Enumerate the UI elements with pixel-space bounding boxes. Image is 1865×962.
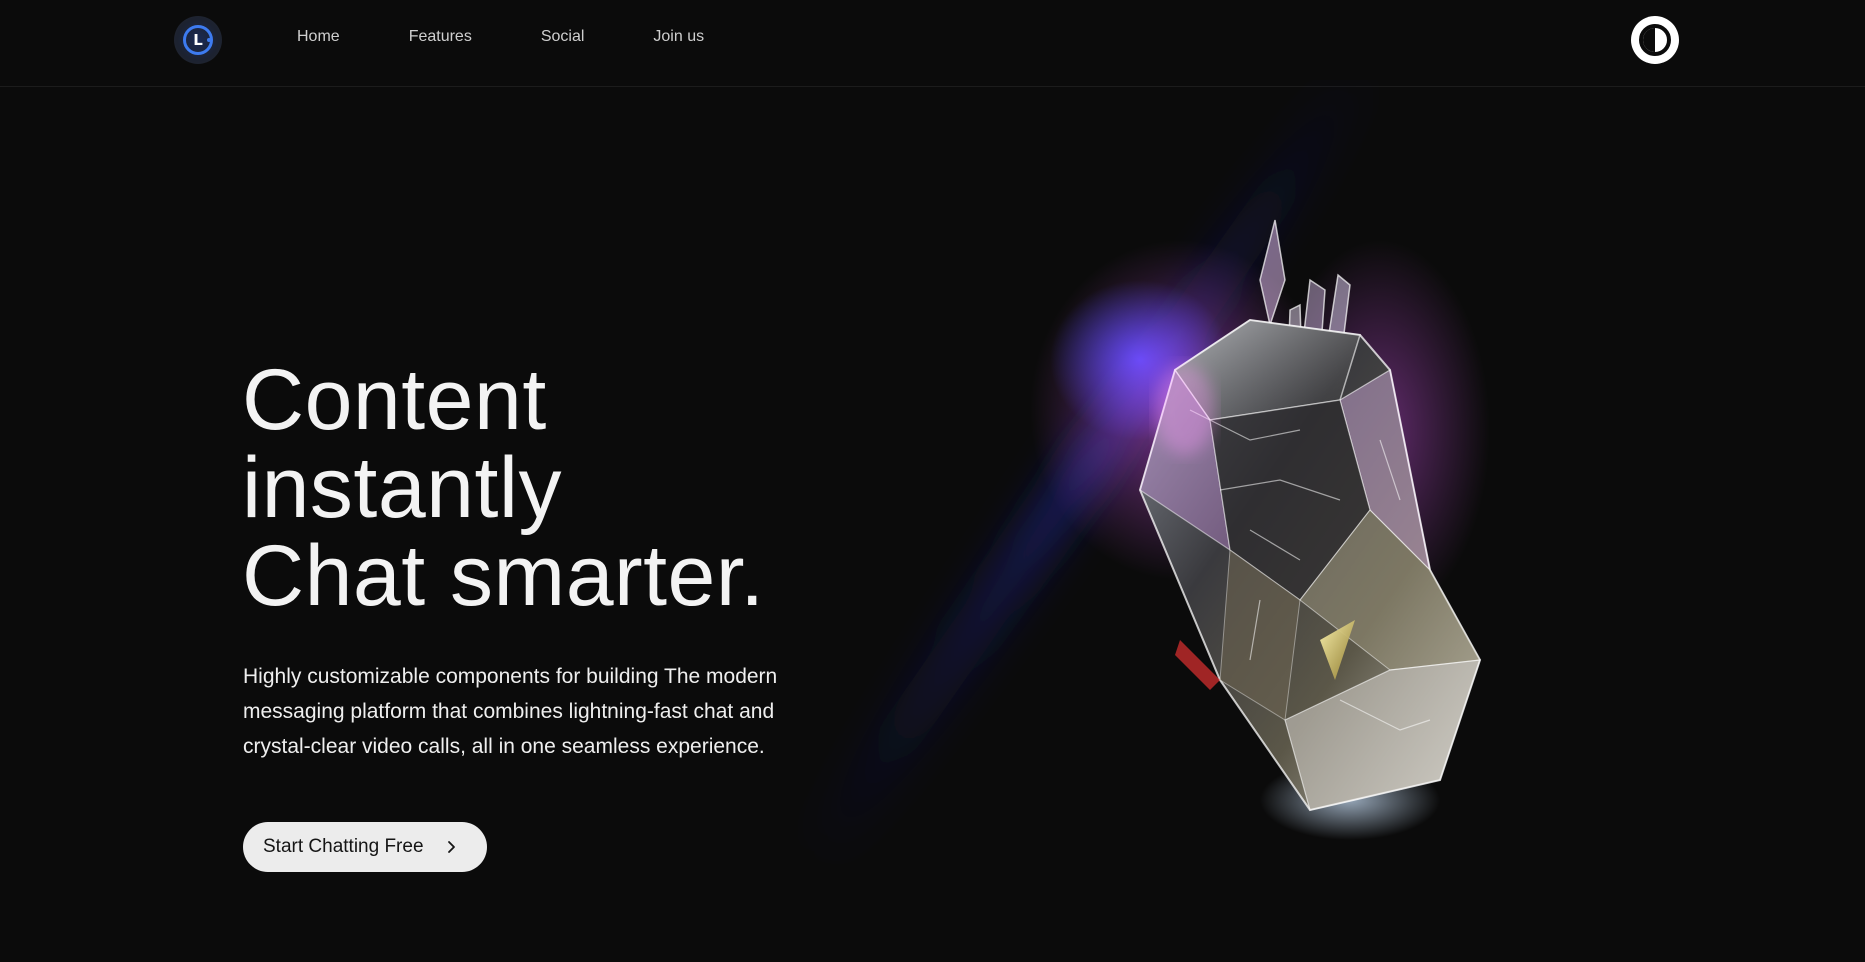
nav-link-join-us[interactable]: Join us [653, 28, 704, 46]
nav-link-features[interactable]: Features [409, 28, 472, 46]
nav-links: Home Features Social Join us [297, 28, 773, 46]
hero-description: Highly customizable components for build… [243, 665, 778, 758]
logo-letter: L [193, 31, 203, 49]
logo-ring: L [183, 25, 213, 55]
nav-link-social[interactable]: Social [541, 28, 585, 46]
half-circle-icon [1639, 24, 1671, 56]
logo-dot [207, 38, 211, 42]
chevron-right-icon [446, 840, 458, 854]
nav-link-home[interactable]: Home [297, 28, 340, 46]
hero-title-line-1: Content [242, 352, 547, 448]
start-chatting-button[interactable]: Start Chatting Free [243, 822, 487, 872]
facet-highlight [1155, 365, 1215, 455]
hero-title-line-2: instantly [242, 440, 562, 536]
landing-page: L Home Features Social Join us Content i… [0, 0, 1865, 962]
crystal-illustration [800, 80, 1490, 860]
hero-title: Content instantly Chat smarter. [242, 356, 765, 620]
hero-title-line-3: Chat smarter. [242, 528, 765, 624]
logo-icon[interactable]: L [174, 16, 222, 64]
theme-toggle-button[interactable] [1631, 16, 1679, 64]
start-chatting-label: Start Chatting Free [263, 836, 424, 857]
top-navigation: L Home Features Social Join us [0, 0, 1865, 87]
